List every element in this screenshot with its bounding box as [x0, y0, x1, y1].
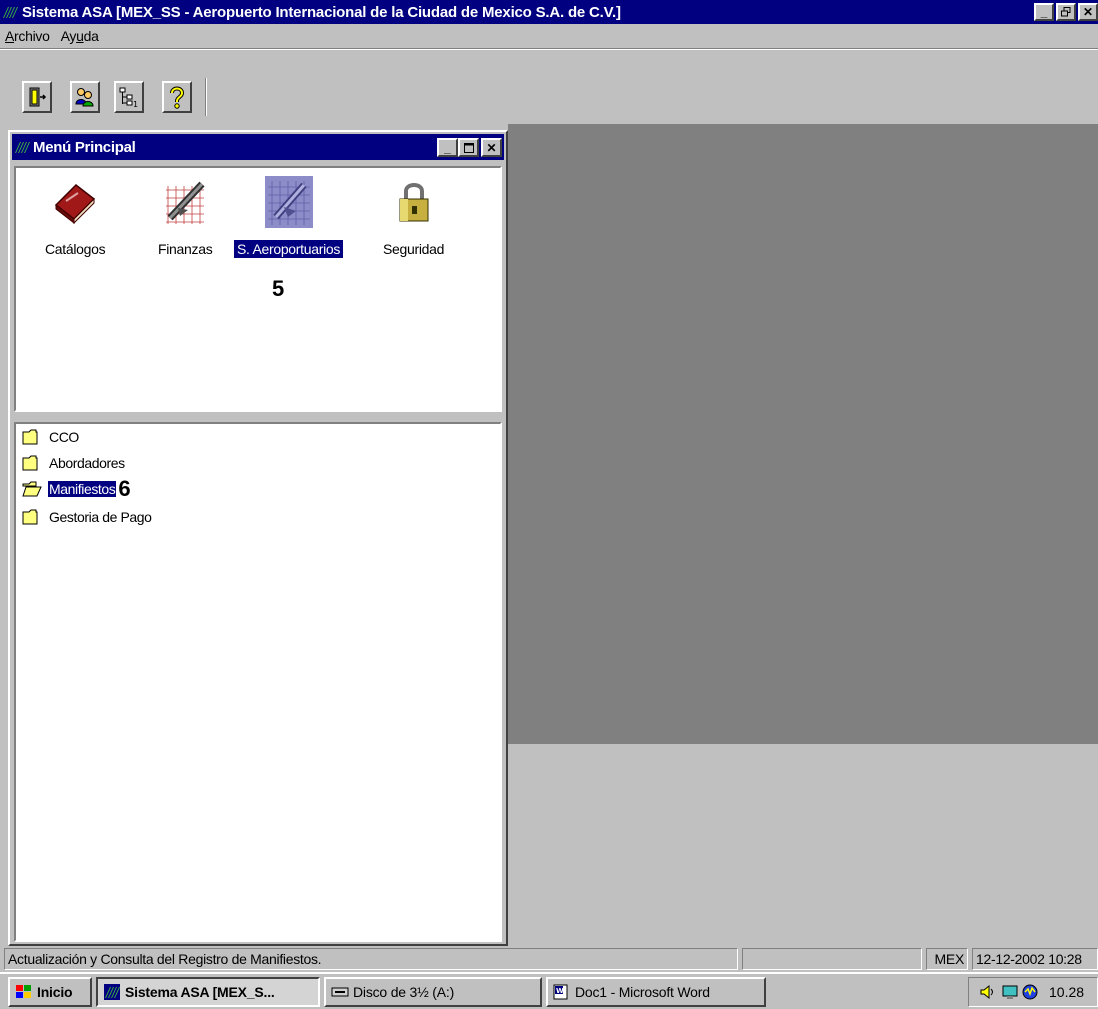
windows-logo-icon [16, 985, 31, 998]
module-label: Seguridad [383, 241, 445, 257]
menu-bar: Archivo Ayuda [0, 24, 1098, 48]
menu-ayuda-accel: u [76, 28, 84, 44]
main-menu-window: Menú Principal _ ✕ Catálogos Finanzas S.… [8, 130, 508, 946]
main-menu-title: Menú Principal [33, 138, 136, 156]
tree-item-label: Gestoria de Pago [49, 509, 152, 525]
module-icon-pane: Catálogos Finanzas S. Aeroportuarios Seg… [14, 166, 502, 412]
folder-open-icon [22, 481, 42, 497]
airplane-icon [267, 181, 310, 225]
exit-door-icon [29, 87, 47, 107]
antivirus-icon[interactable] [1021, 983, 1039, 1001]
toolbar: 1 [0, 48, 1098, 124]
tree-item-abordadores[interactable]: Abordadores [22, 452, 126, 474]
toolbar-top-divider [0, 48, 1098, 50]
close-icon: ✕ [1082, 5, 1094, 19]
main-menu-title-bar[interactable]: Menú Principal _ ✕ [12, 134, 504, 160]
main-menu-logo-icon [14, 139, 30, 155]
tree-view-button[interactable]: 1 [114, 81, 144, 113]
tree-item-cco[interactable]: CCO [22, 426, 80, 448]
book-icon [55, 184, 96, 225]
minimize-icon: _ [444, 140, 451, 155]
close-icon: ✕ [486, 140, 497, 155]
module-label: Finanzas [158, 241, 213, 257]
menu-ayuda[interactable]: Ayuda [56, 28, 105, 44]
task-label: Sistema ASA [MEX_S... [125, 984, 275, 1000]
module-label: S. Aeroportuarios [234, 240, 344, 258]
window-title: Sistema ASA [MEX_SS - Aeropuerto Interna… [22, 3, 621, 21]
tree-item-label: CCO [49, 429, 79, 445]
help-icon [170, 86, 185, 109]
status-bar: Actualización y Consulta del Registro de… [0, 946, 1098, 972]
tree-item-label: Manifiestos [46, 480, 118, 498]
tree-item-manifiestos[interactable]: Manifiestos 6 [22, 476, 131, 501]
child-maximize-button[interactable] [458, 138, 479, 157]
task-word[interactable]: W Doc1 - Microsoft Word [546, 977, 766, 1007]
restore-icon [1061, 7, 1071, 17]
close-button[interactable]: ✕ [1078, 3, 1098, 21]
word-document-icon: W [553, 984, 568, 1000]
minimize-icon: _ [1040, 5, 1048, 19]
module-finanzas[interactable]: Finanzas [155, 176, 215, 258]
module-label: Catálogos [45, 241, 106, 257]
tree-item-label: Abordadores [49, 455, 125, 471]
speaker-icon[interactable] [979, 983, 997, 1001]
tray-clock[interactable]: 10.28 [1049, 984, 1084, 1000]
status-datetime: 12-12-2002 10:28 [972, 948, 1098, 970]
app-title-bar[interactable]: Sistema ASA [MEX_SS - Aeropuerto Interna… [0, 0, 1098, 24]
menu-ayuda-pre: Ay [60, 28, 77, 44]
exit-button[interactable] [22, 81, 52, 113]
finance-chart-icon [166, 181, 205, 224]
menu-archivo[interactable]: Archivo [0, 28, 56, 44]
app-logo-icon [104, 984, 120, 1000]
minimize-button[interactable]: _ [1034, 3, 1054, 21]
module-catalogos[interactable]: Catálogos [42, 176, 108, 258]
padlock-icon [399, 183, 429, 222]
task-sistema-asa[interactable]: Sistema ASA [MEX_S... [96, 977, 320, 1007]
taskbar: Inicio Sistema ASA [MEX_S... Disco de 3½… [0, 972, 1098, 1009]
maximize-icon [463, 142, 474, 153]
toolbar-end-divider [205, 78, 207, 116]
system-tray: 10.28 [968, 977, 1098, 1007]
mdi-client-area [508, 124, 1098, 744]
menu-archivo-rest: rchivo [14, 28, 50, 44]
users-button[interactable] [70, 81, 100, 113]
folder-closed-icon [22, 429, 38, 445]
floppy-drive-icon [331, 987, 349, 997]
tree-view-icon: 1 [119, 87, 138, 108]
start-label: Inicio [37, 984, 73, 1000]
start-button[interactable]: Inicio [8, 977, 92, 1007]
submenu-tree-pane: CCO Abordadores Manifiestos 6 Gestoria d… [14, 422, 502, 942]
app-logo-icon [2, 4, 18, 20]
restore-button[interactable] [1056, 3, 1076, 21]
step-5-annotation: 5 [272, 276, 285, 301]
child-close-button[interactable]: ✕ [481, 138, 502, 157]
status-message: Actualización y Consulta del Registro de… [4, 948, 738, 970]
menu-archivo-accel: A [5, 28, 15, 44]
menu-ayuda-rest: da [83, 28, 99, 44]
step-6-annotation: 6 [118, 476, 131, 501]
status-spacer [742, 948, 922, 970]
status-airport: MEX [926, 948, 968, 970]
task-disco[interactable]: Disco de 3½ (A:) [324, 977, 542, 1007]
module-seguridad[interactable]: Seguridad [380, 176, 447, 258]
task-label: Disco de 3½ (A:) [353, 984, 455, 1000]
task-label: Doc1 - Microsoft Word [575, 984, 710, 1000]
svg-text:W: W [556, 987, 564, 995]
network-icon[interactable] [1001, 983, 1019, 1001]
help-button[interactable] [162, 81, 192, 113]
tree-item-gestoria-de-pago[interactable]: Gestoria de Pago [22, 506, 153, 528]
folder-closed-icon [22, 455, 38, 471]
svg-text:1: 1 [133, 100, 138, 108]
child-minimize-button[interactable]: _ [437, 138, 458, 157]
folder-closed-icon [22, 509, 38, 525]
module-s-aeroportuarios[interactable]: S. Aeroportuarios [234, 176, 344, 258]
users-icon [75, 88, 94, 107]
